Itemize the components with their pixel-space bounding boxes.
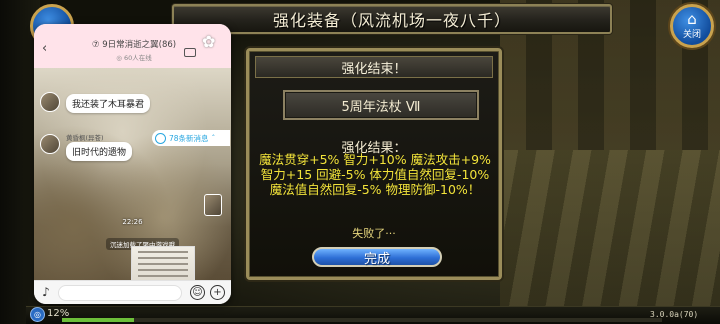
- chat-body: 我还装了木耳暴君 78条新消息 ˆ 黄昏枫(异苍) 旧时代的遗物 22:26 沉…: [34, 68, 231, 304]
- chevron-up-icon: ˆ: [211, 133, 216, 143]
- plus-icon[interactable]: +: [210, 285, 225, 300]
- result-stats: 魔法贯穿+5% 智力+10% 魔法攻击+9% 智力+15 回避-5% 体力值自然…: [259, 152, 491, 197]
- enhance-result-dialog: 强化结束！ 5周年法杖 Ⅶ 强化结果： 魔法贯穿+5% 智力+10% 魔法攻击+…: [246, 48, 502, 280]
- message-input[interactable]: [58, 285, 182, 301]
- avatar[interactable]: [204, 194, 222, 216]
- video-call-icon[interactable]: [184, 48, 196, 57]
- close-button-label: 关闭: [682, 30, 701, 40]
- message-icon: [155, 132, 166, 144]
- avatar[interactable]: [40, 92, 60, 112]
- avatar[interactable]: [40, 134, 60, 154]
- page-title: 强化装备（风流机场一夜八千）: [272, 11, 511, 30]
- done-button[interactable]: 完成: [312, 247, 442, 267]
- chat-title: ⑦ 9日常消逝之翼(86): [91, 40, 177, 50]
- emoji-icon[interactable]: ☺: [190, 285, 205, 300]
- chat-subtitle: ◎ 60人在线: [116, 54, 152, 62]
- chat-header: ‹ ⑦ 9日常消逝之翼(86) ◎ 60人在线 ✿: [34, 24, 231, 68]
- close-button[interactable]: ⌂ 关闭: [670, 4, 714, 48]
- title-bar: 强化装备（风流机场一夜八千）: [172, 4, 612, 34]
- chat-timestamp: 22:26: [122, 218, 143, 226]
- chevron-left-icon[interactable]: ‹: [42, 41, 47, 56]
- chat-bubble: 旧时代的遗物: [66, 142, 133, 161]
- background-floor: [500, 150, 720, 324]
- home-icon: ⌂: [687, 10, 697, 28]
- microphone-icon[interactable]: ♪: [40, 285, 52, 301]
- exp-bar-fill: [62, 318, 134, 322]
- cat-avatar-icon[interactable]: ✿: [202, 32, 224, 54]
- sender-name: 黄昏枫(异苍): [66, 134, 104, 142]
- item-name: 5周年法杖 Ⅶ: [283, 90, 479, 120]
- exp-bar: [62, 318, 662, 322]
- dialog-header: 强化结束！: [255, 56, 493, 78]
- exp-orb-icon: ◎: [30, 307, 45, 322]
- new-messages-badge[interactable]: 78条新消息 ˆ: [152, 130, 230, 146]
- new-messages-label: 78条新消息: [169, 133, 209, 143]
- fail-text: 失败了···: [352, 227, 396, 240]
- version-label: 3.0.0a(70): [650, 310, 699, 319]
- chat-bubble: 我还装了木耳暴君: [66, 94, 151, 113]
- chat-input-bar: ♪ ☺ +: [34, 280, 231, 304]
- chat-overlay: ‹ ⑦ 9日常消逝之翼(86) ◎ 60人在线 ✿ 我还装了木耳暴君 78条新消…: [34, 24, 231, 304]
